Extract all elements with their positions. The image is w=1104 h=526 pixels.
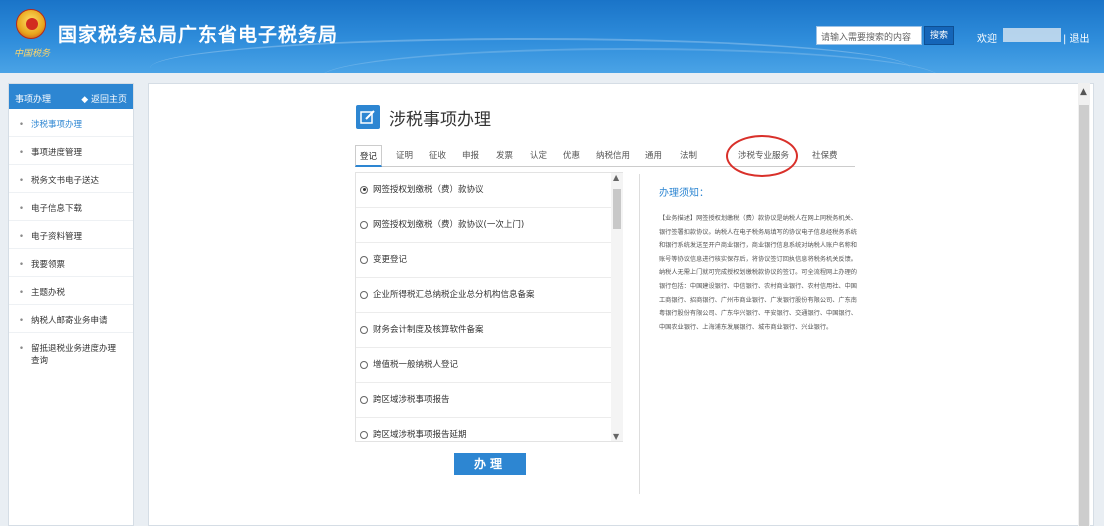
sidebar-item-documents[interactable]: 税务文书电子送达 bbox=[9, 175, 133, 187]
return-home-link[interactable]: ◆ 返回主页 bbox=[81, 92, 127, 105]
sidebar-header: 事项办理 ◆ 返回主页 bbox=[9, 84, 133, 109]
divider bbox=[9, 276, 133, 277]
radio-selected[interactable] bbox=[360, 185, 368, 194]
tab-collection[interactable]: 征收 bbox=[429, 149, 446, 161]
list-item[interactable]: 跨区域涉税事项报告延期 bbox=[356, 418, 611, 453]
sidebar-item-mail-service[interactable]: 纳税人邮寄业务申请 bbox=[9, 315, 133, 327]
radio-button[interactable] bbox=[360, 220, 368, 229]
highlight-circle bbox=[726, 135, 798, 177]
matter-list: 网签授权划缴税（费）款协议 网签授权划缴税（费）款协议(一次上门) 变更登记 企… bbox=[355, 172, 623, 442]
list-item[interactable]: 增值税一般纳税人登记 bbox=[356, 348, 611, 383]
tab-general[interactable]: 通用 bbox=[645, 149, 662, 161]
sidebar-item-themed-tax[interactable]: 主题办税 bbox=[9, 287, 133, 299]
list-item[interactable]: 网签授权划缴税（费）款协议(一次上门) bbox=[356, 208, 611, 243]
divider bbox=[9, 220, 133, 221]
list-item[interactable]: 企业所得税汇总纳税企业总分机构信息备案 bbox=[356, 278, 611, 313]
welcome-text: 欢迎 bbox=[977, 34, 997, 45]
main-panel: 涉税事项办理 登记 证明 征收 申报 发票 认定 优惠 纳税信用 通用 法制 涉… bbox=[148, 83, 1094, 526]
sidebar-title: 事项办理 bbox=[15, 95, 52, 105]
tab-preferential[interactable]: 优惠 bbox=[563, 149, 580, 161]
list-scrollbar[interactable]: ▲ ▼ bbox=[611, 173, 623, 441]
tab-certificate[interactable]: 证明 bbox=[396, 149, 413, 161]
chevron-down-icon[interactable]: ▼ bbox=[613, 432, 619, 441]
tab-registration[interactable]: 登记 bbox=[355, 145, 383, 167]
sidebar-item-refund-query[interactable]: 留抵退税业务进度办理查询 bbox=[9, 343, 124, 367]
tab-credit[interactable]: 纳税信用 bbox=[596, 149, 630, 161]
radio-button[interactable] bbox=[360, 360, 368, 369]
tab-legal[interactable]: 法制 bbox=[680, 149, 697, 161]
sidebar: 事项办理 ◆ 返回主页 涉税事项办理 事项进度管理 税务文书电子送达 电子信息下… bbox=[8, 83, 134, 526]
logout-link[interactable]: | 退出 bbox=[1063, 30, 1090, 45]
chevron-up-icon[interactable]: ▲ bbox=[1080, 87, 1087, 97]
list-item[interactable]: 网签授权划缴税（费）款协议 bbox=[356, 173, 611, 208]
sidebar-item-progress[interactable]: 事项进度管理 bbox=[9, 147, 133, 159]
sidebar-item-data-management[interactable]: 电子资料管理 bbox=[9, 231, 133, 243]
radio-button[interactable] bbox=[360, 430, 368, 439]
tax-emblem-icon bbox=[16, 9, 46, 39]
chevron-up-icon[interactable]: ▲ bbox=[613, 173, 619, 182]
top-header: 中国税务 国家税务总局广东省电子税务局 请输入需要搜索的内容 搜索 欢迎 | 退… bbox=[0, 0, 1104, 73]
search-button[interactable]: 搜索 bbox=[924, 26, 954, 45]
radio-button[interactable] bbox=[360, 325, 368, 334]
search-input[interactable]: 请输入需要搜索的内容 bbox=[816, 26, 922, 45]
divider bbox=[9, 248, 133, 249]
divider bbox=[9, 164, 133, 165]
tab-certification[interactable]: 认定 bbox=[530, 149, 547, 161]
notice-title: 办理须知： bbox=[659, 188, 709, 199]
radio-button[interactable] bbox=[360, 290, 368, 299]
page-scrollbar[interactable]: ▲ bbox=[1078, 83, 1090, 526]
list-item[interactable]: 跨区域涉税事项报告 bbox=[356, 383, 611, 418]
page-title: 涉税事项办理 bbox=[389, 110, 491, 130]
sidebar-item-download[interactable]: 电子信息下载 bbox=[9, 203, 133, 215]
divider bbox=[9, 304, 133, 305]
sidebar-item-tax-matters[interactable]: 涉税事项办理 bbox=[9, 119, 133, 131]
tab-invoice[interactable]: 发票 bbox=[496, 149, 513, 161]
list-item[interactable]: 财务会计制度及核算软件备案 bbox=[356, 313, 611, 348]
divider bbox=[9, 192, 133, 193]
list-item[interactable]: 变更登记 bbox=[356, 243, 611, 278]
scrollbar-thumb[interactable] bbox=[613, 189, 621, 229]
notice-body: 【业务描述】网签授权划缴税（费）款协议是纳税人在网上同税务机关、银行签署扣款协议… bbox=[659, 215, 857, 331]
scrollbar-thumb[interactable] bbox=[1079, 105, 1089, 526]
handle-button[interactable]: 办理 bbox=[454, 453, 526, 475]
divider bbox=[9, 332, 133, 333]
tab-declaration[interactable]: 申报 bbox=[462, 149, 479, 161]
username-redacted bbox=[1003, 28, 1061, 42]
signature-logo: 中国税务 bbox=[14, 49, 51, 59]
tab-social-insurance[interactable]: 社保费 bbox=[812, 149, 838, 161]
site-title: 国家税务总局广东省电子税务局 bbox=[58, 24, 339, 46]
radio-button[interactable] bbox=[360, 255, 368, 264]
sidebar-item-get-invoice[interactable]: 我要领票 bbox=[9, 259, 133, 271]
divider bbox=[639, 174, 640, 494]
edit-icon bbox=[356, 105, 380, 129]
radio-button[interactable] bbox=[360, 395, 368, 404]
divider bbox=[9, 136, 133, 137]
